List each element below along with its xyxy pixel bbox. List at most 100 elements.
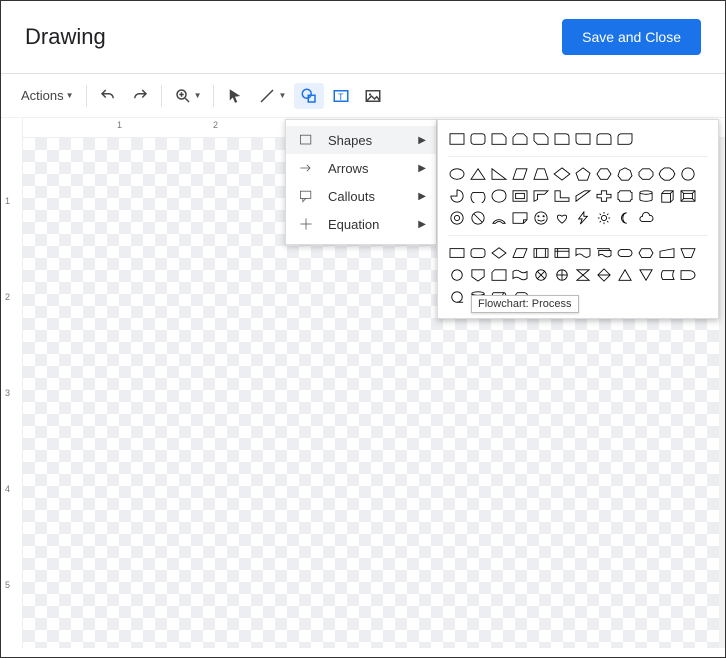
shape-flowchart-manual-operation[interactable]	[679, 244, 697, 262]
undo-button[interactable]	[93, 83, 123, 109]
shape-snip-diagonal[interactable]	[532, 130, 550, 148]
shape-trapezoid[interactable]	[532, 165, 550, 183]
shape-flowchart-connector[interactable]	[448, 266, 466, 284]
shape-dodecagon[interactable]	[679, 165, 697, 183]
menu-item-shapes[interactable]: Shapes ▶	[286, 126, 436, 154]
image-icon	[364, 87, 382, 105]
shape-round-diagonal[interactable]	[616, 130, 634, 148]
shape-tool-button[interactable]	[294, 83, 324, 109]
shape-l-shape[interactable]	[553, 187, 571, 205]
submenu-arrow-icon: ▶	[418, 191, 426, 202]
shape-cube[interactable]	[658, 187, 676, 205]
shape-heart[interactable]	[553, 209, 571, 227]
shape-flowchart-document[interactable]	[574, 244, 592, 262]
textbox-tool-button[interactable]: T	[326, 83, 356, 109]
toolbar: Actions ▼ ▼ ▼ T	[1, 74, 725, 118]
zoom-button[interactable]: ▼	[168, 83, 208, 109]
shape-right-triangle[interactable]	[490, 165, 508, 183]
shape-flowchart-sequential-access[interactable]	[448, 288, 466, 306]
shape-flowchart-or[interactable]	[553, 266, 571, 284]
menu-item-arrows[interactable]: Arrows ▶	[286, 154, 436, 182]
shape-frame[interactable]	[511, 187, 529, 205]
shape-flowchart-merge[interactable]	[637, 266, 655, 284]
actions-label: Actions	[21, 88, 64, 103]
shape-triangle[interactable]	[469, 165, 487, 183]
shape-flowchart-punched-tape[interactable]	[511, 266, 529, 284]
textbox-icon: T	[332, 87, 350, 105]
ruler-mark: 5	[5, 580, 10, 590]
shape-can[interactable]	[637, 187, 655, 205]
redo-button[interactable]	[125, 83, 155, 109]
shape-decagon[interactable]	[658, 165, 676, 183]
menu-item-label: Equation	[328, 217, 379, 232]
shape-flowchart-data[interactable]	[511, 244, 529, 262]
shape-flowchart-process[interactable]	[448, 244, 466, 262]
submenu-arrow-icon: ▶	[418, 219, 426, 230]
shape-block-arc[interactable]	[490, 209, 508, 227]
menu-item-callouts[interactable]: Callouts ▶	[286, 182, 436, 210]
shape-diagonal-stripe[interactable]	[574, 187, 592, 205]
cursor-icon	[226, 87, 244, 105]
shape-flowchart-sort[interactable]	[595, 266, 613, 284]
shape-chord[interactable]	[469, 187, 487, 205]
shape-flowchart-stored-data[interactable]	[658, 266, 676, 284]
shape-snip-single-corner[interactable]	[490, 130, 508, 148]
save-and-close-button[interactable]: Save and Close	[562, 19, 701, 55]
shape-half-frame[interactable]	[532, 187, 550, 205]
shape-flowchart-decision[interactable]	[490, 244, 508, 262]
shape-parallelogram[interactable]	[511, 165, 529, 183]
shape-plaque[interactable]	[616, 187, 634, 205]
shape-flowchart-summing-junction[interactable]	[532, 266, 550, 284]
shape-no-symbol[interactable]	[469, 209, 487, 227]
menu-item-label: Shapes	[328, 133, 372, 148]
shape-flowchart-alternate-process[interactable]	[469, 244, 487, 262]
shape-donut[interactable]	[448, 209, 466, 227]
shape-flowchart-card[interactable]	[490, 266, 508, 284]
shapes-category-icon	[298, 132, 318, 148]
shape-heptagon[interactable]	[616, 165, 634, 183]
shape-round-same-side[interactable]	[595, 130, 613, 148]
shape-oval[interactable]	[448, 165, 466, 183]
shape-sun[interactable]	[595, 209, 613, 227]
shape-flowchart-internal-storage[interactable]	[553, 244, 571, 262]
shape-pie[interactable]	[448, 187, 466, 205]
shape-flowchart-preparation[interactable]	[637, 244, 655, 262]
submenu-arrow-icon: ▶	[418, 135, 426, 146]
shape-flowchart-delay[interactable]	[679, 266, 697, 284]
shape-cloud[interactable]	[637, 209, 655, 227]
shape-flowchart-multidocument[interactable]	[595, 244, 613, 262]
shape-snip-same-side[interactable]	[511, 130, 529, 148]
shape-lightning[interactable]	[574, 209, 592, 227]
image-tool-button[interactable]	[358, 83, 388, 109]
shape-folded-corner[interactable]	[511, 209, 529, 227]
shape-flowchart-extract[interactable]	[616, 266, 634, 284]
menu-item-equation[interactable]: Equation ▶	[286, 210, 436, 238]
shape-flowchart-collate[interactable]	[574, 266, 592, 284]
shape-pentagon[interactable]	[574, 165, 592, 183]
shape-round-single-corner[interactable]	[574, 130, 592, 148]
shape-octagon[interactable]	[637, 165, 655, 183]
shape-hexagon[interactable]	[595, 165, 613, 183]
shape-flowchart-terminator[interactable]	[616, 244, 634, 262]
line-icon	[258, 87, 276, 105]
shape-snip-round-single[interactable]	[553, 130, 571, 148]
shape-rectangle[interactable]	[448, 130, 466, 148]
shape-flowchart-manual-input[interactable]	[658, 244, 676, 262]
shape-moon[interactable]	[616, 209, 634, 227]
shape-diamond[interactable]	[553, 165, 571, 183]
shape-teardrop[interactable]	[490, 187, 508, 205]
actions-menu-button[interactable]: Actions ▼	[15, 84, 80, 107]
shape-bevel[interactable]	[679, 187, 697, 205]
shape-smiley[interactable]	[532, 209, 550, 227]
ruler-mark: 1	[117, 120, 122, 130]
select-tool-button[interactable]	[220, 83, 250, 109]
zoom-icon	[174, 87, 192, 105]
shape-cross[interactable]	[595, 187, 613, 205]
shape-category-menu: Shapes ▶ Arrows ▶ Callouts ▶ Equation ▶	[285, 119, 437, 245]
line-tool-button[interactable]: ▼	[252, 83, 292, 109]
ruler-mark: 2	[213, 120, 218, 130]
shape-flowchart-predefined-process[interactable]	[532, 244, 550, 262]
shape-rounded-rectangle[interactable]	[469, 130, 487, 148]
shape-flowchart-offpage-connector[interactable]	[469, 266, 487, 284]
separator	[161, 85, 162, 107]
